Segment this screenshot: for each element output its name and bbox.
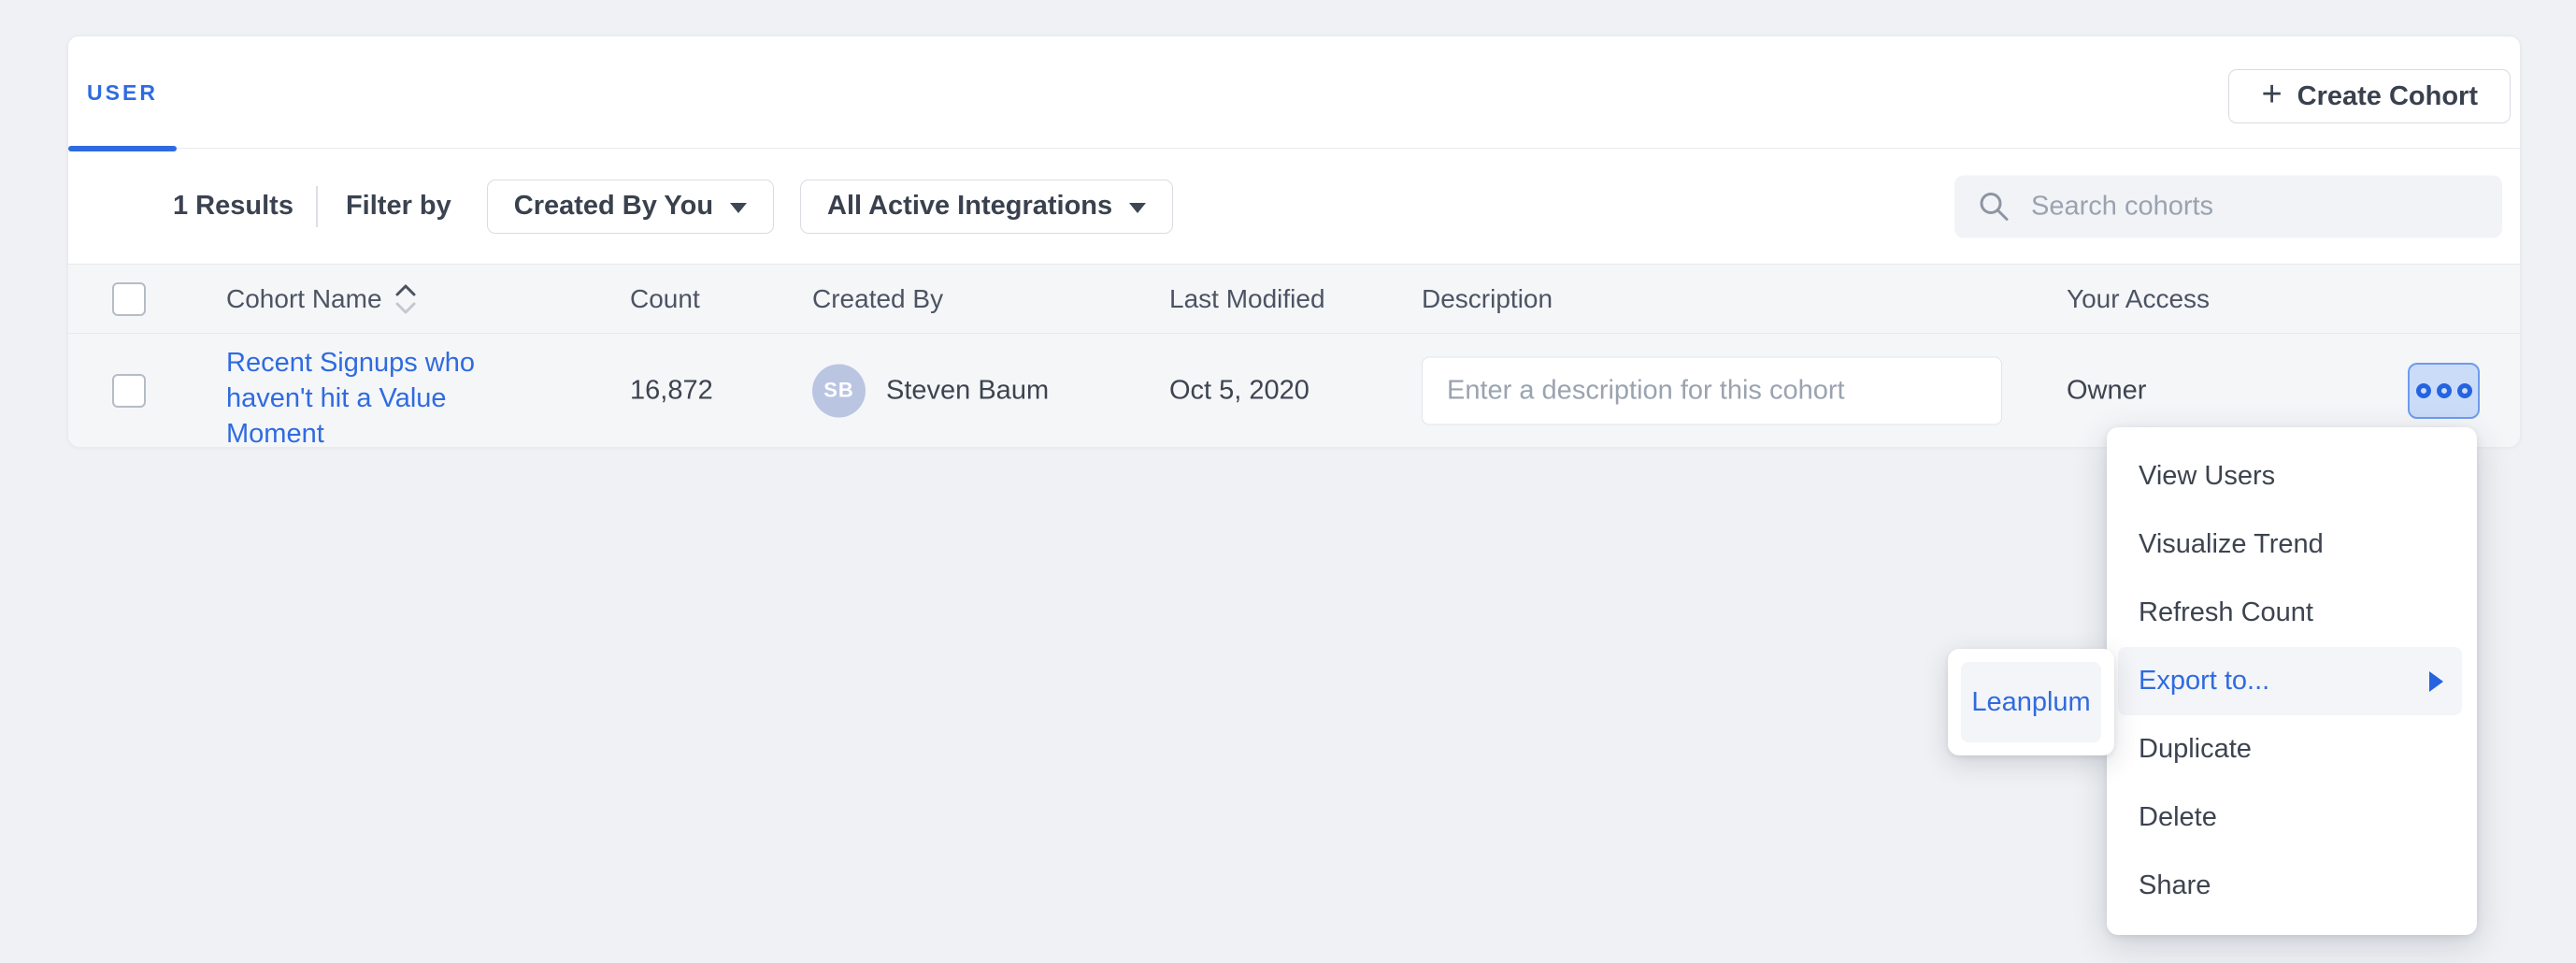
- cohort-count: 16,872: [630, 375, 713, 406]
- menu-item-visualize-trend[interactable]: Visualize Trend: [2107, 510, 2477, 579]
- submenu-item-leanplum[interactable]: Leanplum: [1961, 662, 2101, 742]
- export-submenu: Leanplum: [1948, 649, 2114, 755]
- created-by-dropdown-label: Created By You: [514, 191, 713, 222]
- select-all-checkbox[interactable]: [112, 282, 146, 316]
- header-cohort-name-label: Cohort Name: [226, 284, 382, 314]
- table-header-row: Cohort Name Count Created By Last Modifi…: [68, 264, 2520, 334]
- divider: [316, 186, 318, 227]
- integrations-dropdown[interactable]: All Active Integrations: [800, 180, 1173, 234]
- cohorts-panel: USER + Create Cohort 1 Results Filter by…: [67, 36, 2521, 447]
- results-count: 1 Results: [173, 191, 293, 222]
- integrations-dropdown-label: All Active Integrations: [827, 191, 1112, 222]
- tab-user[interactable]: USER: [68, 36, 177, 149]
- header-cohort-name[interactable]: Cohort Name: [226, 280, 418, 318]
- tab-user-label: USER: [87, 80, 158, 106]
- creator-name: Steven Baum: [886, 375, 1049, 406]
- last-modified-date: Oct 5, 2020: [1169, 375, 1309, 406]
- header-created-by: Created By: [812, 284, 943, 314]
- chevron-down-icon: [1129, 203, 1146, 213]
- row-actions-menu: View Users Visualize Trend Refresh Count…: [2107, 427, 2477, 935]
- cohort-name-link[interactable]: Recent Signups who haven't hit a Value M…: [226, 345, 488, 452]
- description-input[interactable]: [1422, 356, 2002, 424]
- plus-icon: +: [2261, 77, 2282, 112]
- tab-bar: USER + Create Cohort: [68, 36, 2520, 149]
- menu-item-view-users[interactable]: View Users: [2107, 442, 2477, 510]
- header-description: Description: [1422, 284, 1553, 314]
- kebab-icon: [2416, 383, 2431, 398]
- row-checkbox[interactable]: [112, 374, 146, 408]
- menu-item-duplicate[interactable]: Duplicate: [2107, 715, 2477, 783]
- header-count: Count: [630, 284, 700, 314]
- filter-by-label: Filter by: [346, 191, 451, 222]
- menu-item-delete[interactable]: Delete: [2107, 783, 2477, 852]
- search-input[interactable]: [2031, 191, 2480, 222]
- creator-cell: SB Steven Baum: [812, 364, 1049, 417]
- filter-bar: 1 Results Filter by Created By You All A…: [68, 149, 2520, 264]
- menu-item-export-to-label: Export to...: [2139, 666, 2269, 697]
- menu-item-export-to[interactable]: Export to...: [2118, 647, 2462, 715]
- access-value: Owner: [2067, 375, 2146, 406]
- created-by-dropdown[interactable]: Created By You: [487, 180, 774, 234]
- menu-item-share[interactable]: Share: [2107, 852, 2477, 920]
- submenu-arrow-icon: [2429, 671, 2443, 692]
- avatar: SB: [812, 364, 866, 417]
- header-last-modified: Last Modified: [1169, 284, 1325, 314]
- menu-item-refresh-count[interactable]: Refresh Count: [2107, 579, 2477, 647]
- sort-icon: [394, 280, 418, 318]
- kebab-icon: [2437, 383, 2452, 398]
- search-box[interactable]: [1954, 175, 2502, 237]
- create-cohort-label: Create Cohort: [2297, 81, 2478, 112]
- kebab-icon: [2457, 383, 2472, 398]
- chevron-down-icon: [730, 203, 747, 213]
- search-icon: [1977, 190, 2011, 223]
- header-your-access: Your Access: [2067, 284, 2210, 314]
- row-actions-button[interactable]: [2408, 363, 2480, 419]
- create-cohort-button[interactable]: + Create Cohort: [2228, 69, 2511, 123]
